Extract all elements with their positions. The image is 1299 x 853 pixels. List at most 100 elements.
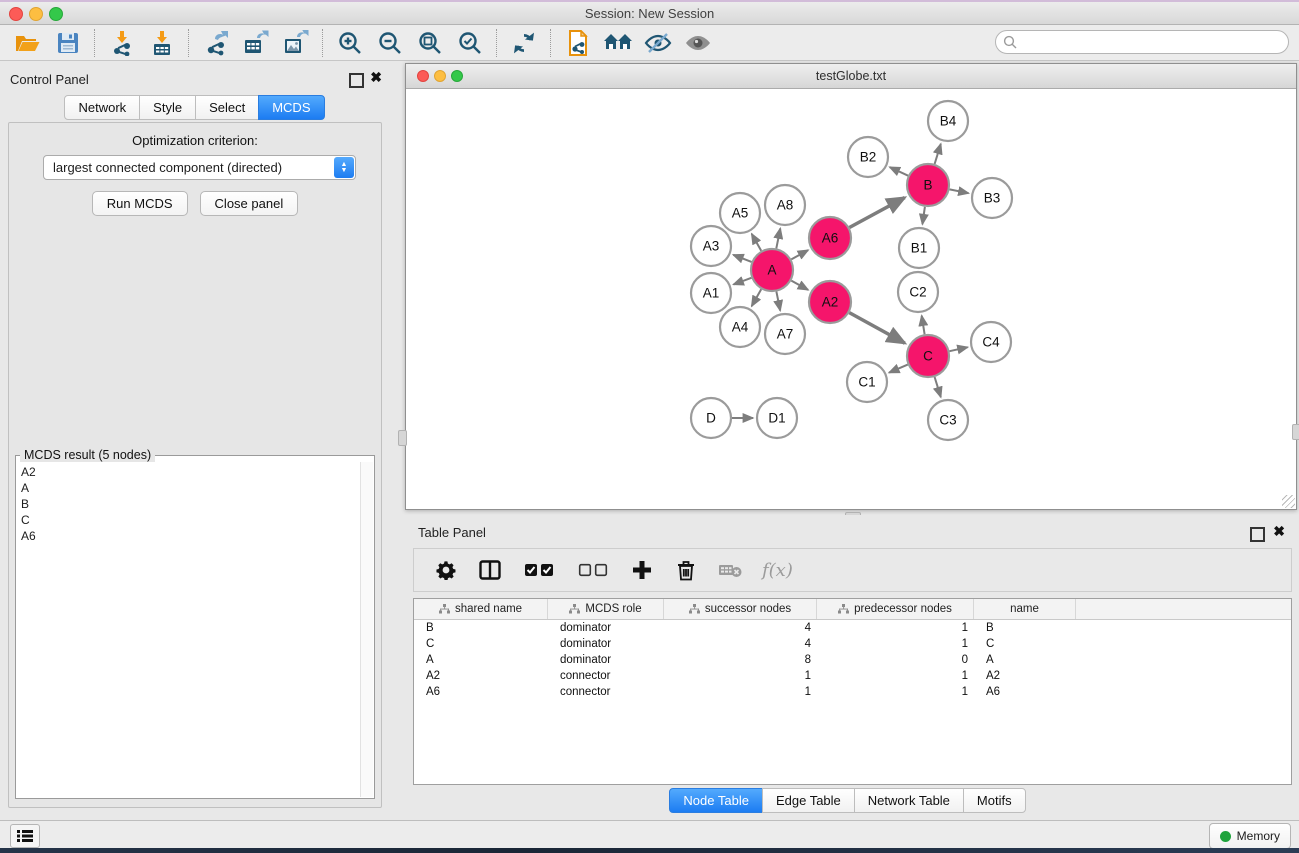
edge-A-A5[interactable] (752, 234, 762, 251)
cell-name[interactable]: A2 (974, 670, 1076, 682)
result-scrollbar[interactable] (360, 462, 373, 797)
node-B4[interactable]: B4 (928, 101, 968, 141)
save-session-button[interactable] (48, 27, 88, 59)
delete-table-button[interactable] (718, 558, 742, 582)
edge-A2-C[interactable] (849, 313, 905, 344)
edge-C-C4[interactable] (950, 347, 968, 351)
close-panel-icon[interactable]: ✖ (370, 70, 382, 84)
splitter-grip-right[interactable] (1292, 424, 1299, 440)
node-C4[interactable]: C4 (971, 322, 1011, 362)
cell-shared-name[interactable]: B (414, 622, 548, 634)
import-table-button[interactable] (142, 27, 182, 59)
node-A4[interactable]: A4 (720, 307, 760, 347)
edge-A-A4[interactable] (752, 289, 762, 306)
function-builder-button[interactable]: f(x) (762, 560, 793, 581)
node-A3[interactable]: A3 (691, 226, 731, 266)
node-A1[interactable]: A1 (691, 273, 731, 313)
cell-predecessor-nodes[interactable]: 1 (817, 670, 974, 682)
cell-name[interactable]: A6 (974, 686, 1076, 698)
cell-name[interactable]: A (974, 654, 1076, 666)
table-deselect-all-button[interactable] (576, 558, 610, 582)
add-column-button[interactable] (630, 558, 654, 582)
zoom-in-button[interactable] (330, 27, 370, 59)
column-header-shared-name[interactable]: shared name (414, 599, 548, 619)
hide-selected-button[interactable] (638, 27, 678, 59)
refresh-layout-button[interactable] (504, 27, 544, 59)
float-panel-icon[interactable] (349, 73, 364, 88)
network-graph[interactable]: AA1A2A3A4A5A6A7A8BB1B2B3B4CC1C2C3C4DD1 (406, 89, 1296, 509)
tab-style[interactable]: Style (139, 95, 196, 120)
node-B1[interactable]: B1 (899, 228, 939, 268)
cell-shared-name[interactable]: A2 (414, 670, 548, 682)
tab-network[interactable]: Network (64, 95, 140, 120)
table-select-all-button[interactable] (522, 558, 556, 582)
edge-A-A1[interactable] (734, 278, 752, 285)
cell-shared-name[interactable]: C (414, 638, 548, 650)
cell-MCDS-role[interactable]: connector (548, 670, 664, 682)
edge-B-B3[interactable] (950, 189, 969, 193)
table-split-view-button[interactable] (478, 558, 502, 582)
window-resize-grip[interactable] (1282, 495, 1295, 508)
node-table[interactable]: shared nameMCDS rolesuccessor nodesprede… (413, 598, 1292, 785)
home-button[interactable] (598, 27, 638, 59)
cell-name[interactable]: C (974, 638, 1076, 650)
cell-successor-nodes[interactable]: 1 (664, 670, 817, 682)
node-D1[interactable]: D1 (757, 398, 797, 438)
edge-B-B2[interactable] (890, 167, 908, 176)
task-history-button[interactable] (10, 824, 40, 848)
show-hidden-button[interactable] (678, 27, 718, 59)
import-network-button[interactable] (102, 27, 142, 59)
column-header-name[interactable]: name (974, 599, 1076, 619)
edge-A-A7[interactable] (776, 292, 780, 311)
node-A6[interactable]: A6 (809, 217, 851, 259)
node-A8[interactable]: A8 (765, 185, 805, 225)
network-window-titlebar[interactable]: testGlobe.txt (406, 64, 1296, 89)
search-input[interactable] (1021, 34, 1288, 50)
edge-A-A2[interactable] (791, 281, 808, 290)
node-C1[interactable]: C1 (847, 362, 887, 402)
tab-motifs[interactable]: Motifs (963, 788, 1026, 813)
node-A2[interactable]: A2 (809, 281, 851, 323)
edge-B-B1[interactable] (922, 207, 925, 224)
run-mcds-button[interactable]: Run MCDS (92, 191, 188, 216)
float-table-panel-icon[interactable] (1250, 527, 1265, 542)
cell-name[interactable]: B (974, 622, 1076, 634)
memory-button[interactable]: Memory (1209, 823, 1291, 849)
column-header-successor-nodes[interactable]: successor nodes (664, 599, 817, 619)
table-row[interactable]: Adominator80A (414, 652, 1291, 668)
edge-A6-B[interactable] (849, 198, 904, 228)
close-panel-button[interactable]: Close panel (200, 191, 299, 216)
open-session-button[interactable] (8, 27, 48, 59)
cell-predecessor-nodes[interactable]: 1 (817, 622, 974, 634)
node-B2[interactable]: B2 (848, 137, 888, 177)
edge-A-A8[interactable] (776, 229, 780, 249)
tab-network-table[interactable]: Network Table (854, 788, 964, 813)
node-C2[interactable]: C2 (898, 272, 938, 312)
cell-MCDS-role[interactable]: dominator (548, 654, 664, 666)
edge-C-C2[interactable] (922, 316, 925, 335)
edge-A-A6[interactable] (791, 250, 808, 259)
search-field[interactable] (995, 30, 1289, 54)
node-C[interactable]: C (907, 335, 949, 377)
zoom-selected-button[interactable] (450, 27, 490, 59)
table-row[interactable]: Cdominator41C (414, 636, 1291, 652)
node-A5[interactable]: A5 (720, 193, 760, 233)
cell-successor-nodes[interactable]: 8 (664, 654, 817, 666)
delete-column-button[interactable] (674, 558, 698, 582)
edge-B-B4[interactable] (935, 144, 941, 164)
list-item[interactable]: B (21, 496, 361, 512)
zoom-out-button[interactable] (370, 27, 410, 59)
export-table-button[interactable] (236, 27, 276, 59)
mcds-result-list[interactable]: A2ABCA6 (17, 462, 361, 797)
table-row[interactable]: Bdominator41B (414, 620, 1291, 636)
cell-predecessor-nodes[interactable]: 1 (817, 638, 974, 650)
tab-node-table[interactable]: Node Table (669, 788, 763, 813)
edge-C-C3[interactable] (935, 377, 941, 397)
node-A[interactable]: A (751, 249, 793, 291)
export-image-button[interactable] (276, 27, 316, 59)
export-network-button[interactable] (196, 27, 236, 59)
cell-successor-nodes[interactable]: 4 (664, 622, 817, 634)
node-C3[interactable]: C3 (928, 400, 968, 440)
tab-select[interactable]: Select (195, 95, 259, 120)
cell-predecessor-nodes[interactable]: 0 (817, 654, 974, 666)
